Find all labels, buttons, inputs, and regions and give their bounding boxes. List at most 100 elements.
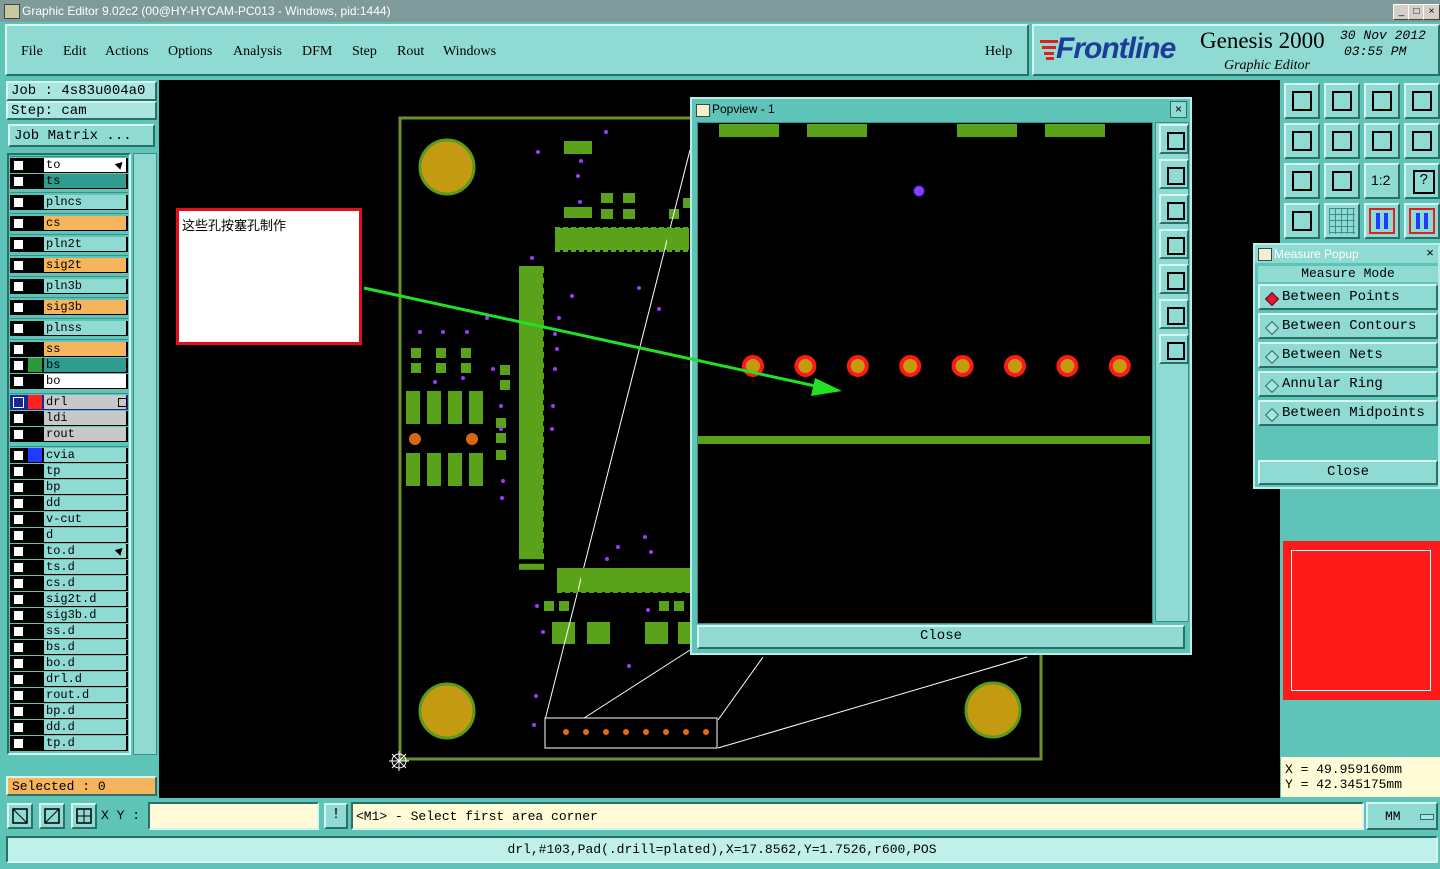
layer-row-pln2t[interactable]: pln2t xyxy=(10,237,128,252)
layer-row-plncs[interactable]: plncs xyxy=(10,195,128,210)
pv-fit-icon[interactable] xyxy=(1159,299,1189,329)
layer-checkbox[interactable] xyxy=(13,281,24,292)
layer-row-ts[interactable]: ts xyxy=(10,174,128,189)
layer-checkbox[interactable] xyxy=(13,450,24,461)
layer-checkbox[interactable] xyxy=(13,302,24,313)
layer-row-bs-d[interactable]: bs.d xyxy=(10,640,128,655)
zoom-box-icon[interactable] xyxy=(1404,83,1440,119)
layer-checkbox[interactable] xyxy=(13,498,24,509)
pv-up-icon[interactable] xyxy=(1159,159,1189,189)
zoom-out-icon[interactable] xyxy=(1364,83,1400,119)
alert-icon[interactable]: ! xyxy=(324,803,348,829)
layer-checkbox[interactable] xyxy=(13,722,24,733)
popview-canvas[interactable] xyxy=(697,122,1153,624)
menu-analysis[interactable]: Analysis xyxy=(233,44,282,60)
layer-checkbox[interactable] xyxy=(13,706,24,717)
layer-row-cs-d[interactable]: cs.d xyxy=(10,576,128,591)
layer-checkbox[interactable] xyxy=(13,466,24,477)
grid-select-icon[interactable] xyxy=(71,803,97,829)
layer-checkbox[interactable] xyxy=(13,360,24,371)
menu-help[interactable]: Help xyxy=(985,44,1012,60)
measure-close-icon[interactable]: × xyxy=(1423,246,1437,260)
layers-b-icon[interactable] xyxy=(1404,203,1440,239)
layer-checkbox[interactable] xyxy=(13,562,24,573)
layer-checkbox[interactable] xyxy=(13,260,24,271)
layer-row-drl[interactable]: drl xyxy=(10,395,128,410)
pv-left-icon[interactable] xyxy=(1159,229,1189,259)
layer-checkbox[interactable] xyxy=(13,626,24,637)
measure-option-between-nets[interactable]: Between Nets xyxy=(1258,342,1438,368)
layer-row-rout-d[interactable]: rout.d xyxy=(10,688,128,703)
popview-close-button[interactable]: Close xyxy=(697,625,1185,649)
layer-row-ts-d[interactable]: ts.d xyxy=(10,560,128,575)
layer-row-drl-d[interactable]: drl.d xyxy=(10,672,128,687)
layer-row-sig3b-d[interactable]: sig3b.d xyxy=(10,608,128,623)
menu-step[interactable]: Step xyxy=(352,44,377,60)
layer-row-sig2t-d[interactable]: sig2t.d xyxy=(10,592,128,607)
layer-row-dd[interactable]: dd xyxy=(10,496,128,511)
layer-row-to-d[interactable]: to.d xyxy=(10,544,128,559)
layer-row-d[interactable]: d xyxy=(10,528,128,543)
layer-row-cs[interactable]: cs xyxy=(10,216,128,231)
measure-title-bar[interactable]: Measure Popup × xyxy=(1255,245,1438,263)
layers-a-icon[interactable] xyxy=(1364,203,1400,239)
tools-icon[interactable] xyxy=(1284,203,1320,239)
layer-row-plnss[interactable]: plnss xyxy=(10,321,128,336)
layer-row-sig3b[interactable]: sig3b xyxy=(10,300,128,315)
layer-row-bp-d[interactable]: bp.d xyxy=(10,704,128,719)
layer-checkbox[interactable] xyxy=(13,690,24,701)
measure-option-between-points[interactable]: Between Points xyxy=(1258,284,1438,310)
overview-panel[interactable] xyxy=(1283,541,1440,700)
measure-option-between-contours[interactable]: Between Contours xyxy=(1258,313,1438,339)
help-icon[interactable]: ? xyxy=(1404,163,1440,199)
layer-checkbox[interactable] xyxy=(13,197,24,208)
menu-dfm[interactable]: DFM xyxy=(302,44,332,60)
layer-checkbox[interactable] xyxy=(13,160,24,171)
center-icon[interactable] xyxy=(1324,163,1360,199)
layer-checkbox[interactable] xyxy=(13,514,24,525)
menu-options[interactable]: Options xyxy=(168,44,212,60)
job-matrix-button[interactable]: Job Matrix ... xyxy=(8,124,155,147)
ratio-icon[interactable]: 1:2 xyxy=(1364,163,1400,199)
layer-row-bp[interactable]: bp xyxy=(10,480,128,495)
layer-scrollbar[interactable] xyxy=(133,153,157,755)
zoom-diagonal-icon[interactable] xyxy=(39,803,65,829)
zoom-home-icon[interactable] xyxy=(1284,83,1320,119)
zoom-window-icon[interactable] xyxy=(7,803,33,829)
pv-down-icon[interactable] xyxy=(1159,194,1189,224)
layer-row-bo[interactable]: bo xyxy=(10,374,128,389)
pan-right-icon[interactable] xyxy=(1324,123,1360,159)
fit-icon[interactable] xyxy=(1284,163,1320,199)
measure-close-button[interactable]: Close xyxy=(1258,460,1438,485)
xy-input[interactable] xyxy=(148,802,319,830)
layer-checkbox[interactable] xyxy=(13,674,24,685)
layer-checkbox[interactable] xyxy=(13,397,24,408)
layer-row-bs[interactable]: bs xyxy=(10,358,128,373)
layer-checkbox[interactable] xyxy=(13,738,24,749)
popview-close-icon[interactable]: × xyxy=(1170,101,1187,118)
measure-option-annular-ring[interactable]: Annular Ring xyxy=(1258,371,1438,397)
layer-row-dd-d[interactable]: dd.d xyxy=(10,720,128,735)
layer-checkbox[interactable] xyxy=(13,546,24,557)
layer-row-to[interactable]: to xyxy=(10,158,128,173)
layer-checkbox[interactable] xyxy=(13,176,24,187)
redraw-icon[interactable] xyxy=(1364,123,1400,159)
layer-row-sig2t[interactable]: sig2t xyxy=(10,258,128,273)
layer-checkbox[interactable] xyxy=(13,482,24,493)
layer-checkbox[interactable] xyxy=(13,578,24,589)
layer-checkbox[interactable] xyxy=(13,658,24,669)
menu-windows[interactable]: Windows xyxy=(443,44,496,60)
layer-checkbox[interactable] xyxy=(13,376,24,387)
measure-option-between-midpoints[interactable]: Between Midpoints xyxy=(1258,400,1438,426)
layer-row-tp[interactable]: tp xyxy=(10,464,128,479)
layer-checkbox[interactable] xyxy=(13,323,24,334)
layer-row-ss-d[interactable]: ss.d xyxy=(10,624,128,639)
pv-zoom-in-icon[interactable] xyxy=(1159,124,1189,154)
layer-row-bo-d[interactable]: bo.d xyxy=(10,656,128,671)
units-selector[interactable]: MM xyxy=(1366,802,1438,830)
layer-row-pln3b[interactable]: pln3b xyxy=(10,279,128,294)
layer-checkbox[interactable] xyxy=(13,530,24,541)
pan-left-icon[interactable] xyxy=(1284,123,1320,159)
layer-checkbox[interactable] xyxy=(13,610,24,621)
layer-row-v-cut[interactable]: v-cut xyxy=(10,512,128,527)
